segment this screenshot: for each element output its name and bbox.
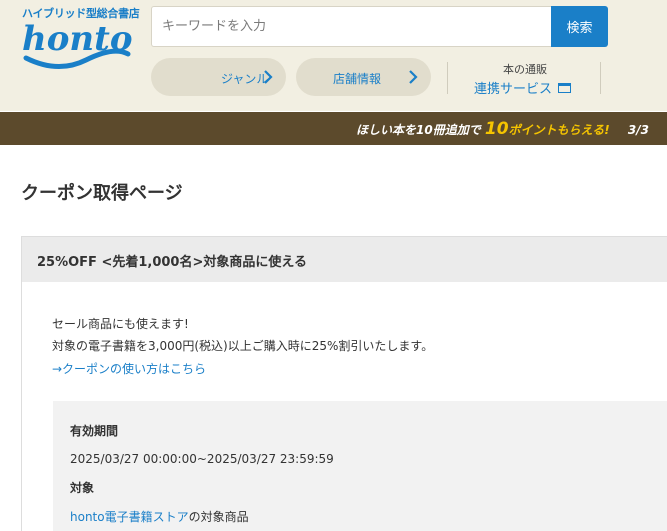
chevron-right-icon [409,70,418,84]
promo-suffix: ポイントもらえる! [508,123,610,137]
promo-prefix: ほしい本を10冊追加で [356,123,481,137]
coupon-description-line: セール商品にも使えます! [52,317,189,331]
target-value: honto電子書籍ストアの対象商品 [70,508,249,525]
honto-logo[interactable]: honto [20,14,132,70]
chevron-right-icon [264,70,273,84]
coupon-card: 25%OFF <先着1,000名>対象商品に使える セール商品にも使えます! 対… [21,236,667,531]
coupon-description-line: 対象の電子書籍を3,000円(税込)以上ご購入時に25%割引いたします。 [52,339,434,353]
nav-divider [447,62,448,94]
nav-divider [600,62,601,94]
promo-number: 10 [484,119,509,139]
site-header: ハイブリッド型総合書店 honto 検索 ジャンル 店舗情報 本の通販 連携サー… [0,0,667,111]
target-label: 対象 [70,481,95,495]
target-suffix: の対象商品 [188,510,249,524]
linked-services-link[interactable]: 連携サービス [474,78,552,97]
service-caption: 本の通販 [503,63,547,76]
validity-value: 2025/03/27 00:00:00~2025/03/27 23:59:59 [70,452,334,466]
window-icon [558,83,571,93]
store-info-nav-label: 店舗情報 [333,72,382,86]
search-button[interactable]: 検索 [551,6,608,47]
coupon-header: 25%OFF <先着1,000名>対象商品に使える [22,237,667,282]
search-input[interactable] [151,6,551,47]
coupon-detail-panel: 有効期間 2025/03/27 00:00:00~2025/03/27 23:5… [53,401,667,531]
promo-text: ほしい本を10冊追加で 10ポイントもらえる! 3/3 [356,119,649,139]
store-info-nav-button[interactable]: 店舗情報 [296,58,431,96]
genre-nav-button[interactable]: ジャンル [151,58,286,96]
promo-banner[interactable]: ほしい本を10冊追加で 10ポイントもらえる! 3/3 [0,112,667,145]
promo-date: 3/3 [627,123,649,137]
coupon-howto-link[interactable]: →クーポンの使い方はこちら [52,360,206,377]
page-title: クーポン取得ページ [21,183,183,204]
ebook-store-link[interactable]: honto電子書籍ストア [70,510,189,524]
coupon-title: 25%OFF <先着1,000名>対象商品に使える [37,255,307,270]
validity-label: 有効期間 [70,424,119,438]
